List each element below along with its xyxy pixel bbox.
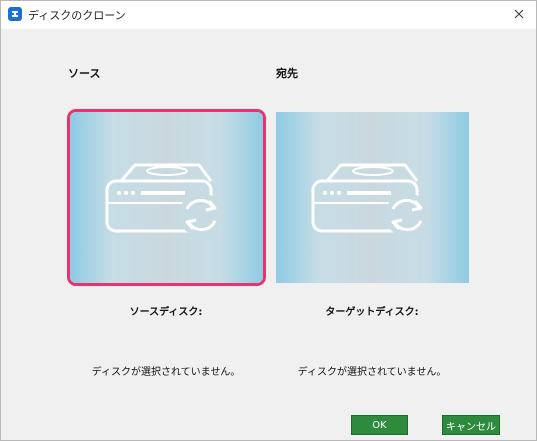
source-disk-label: ソースディスク:: [129, 307, 203, 318]
close-icon: [514, 9, 524, 19]
app-logo-icon: [8, 7, 22, 21]
title-bar: ディスクのクローン: [1, 1, 536, 29]
target-disk-label: ターゲットディスク:: [325, 307, 419, 318]
ok-button[interactable]: OK: [351, 415, 408, 435]
close-button[interactable]: [508, 4, 530, 24]
cancel-button[interactable]: キャンセル: [442, 415, 500, 435]
destination-disk-panel[interactable]: [276, 112, 469, 283]
source-header: ソース: [68, 67, 101, 80]
source-disk-panel[interactable]: [70, 112, 263, 283]
disk-clone-icon: [311, 163, 429, 237]
source-status-text: ディスクが選択されていません。: [91, 367, 241, 378]
target-status-text: ディスクが選択されていません。: [297, 367, 447, 378]
destination-header: 宛先: [276, 67, 298, 80]
disk-clone-icon: [105, 163, 223, 237]
clone-disk-dialog: ディスクのクローン ソース 宛先 ソースディスク: ターゲットディスク: ディス…: [0, 0, 537, 441]
window-title: ディスクのクローン: [28, 9, 126, 22]
